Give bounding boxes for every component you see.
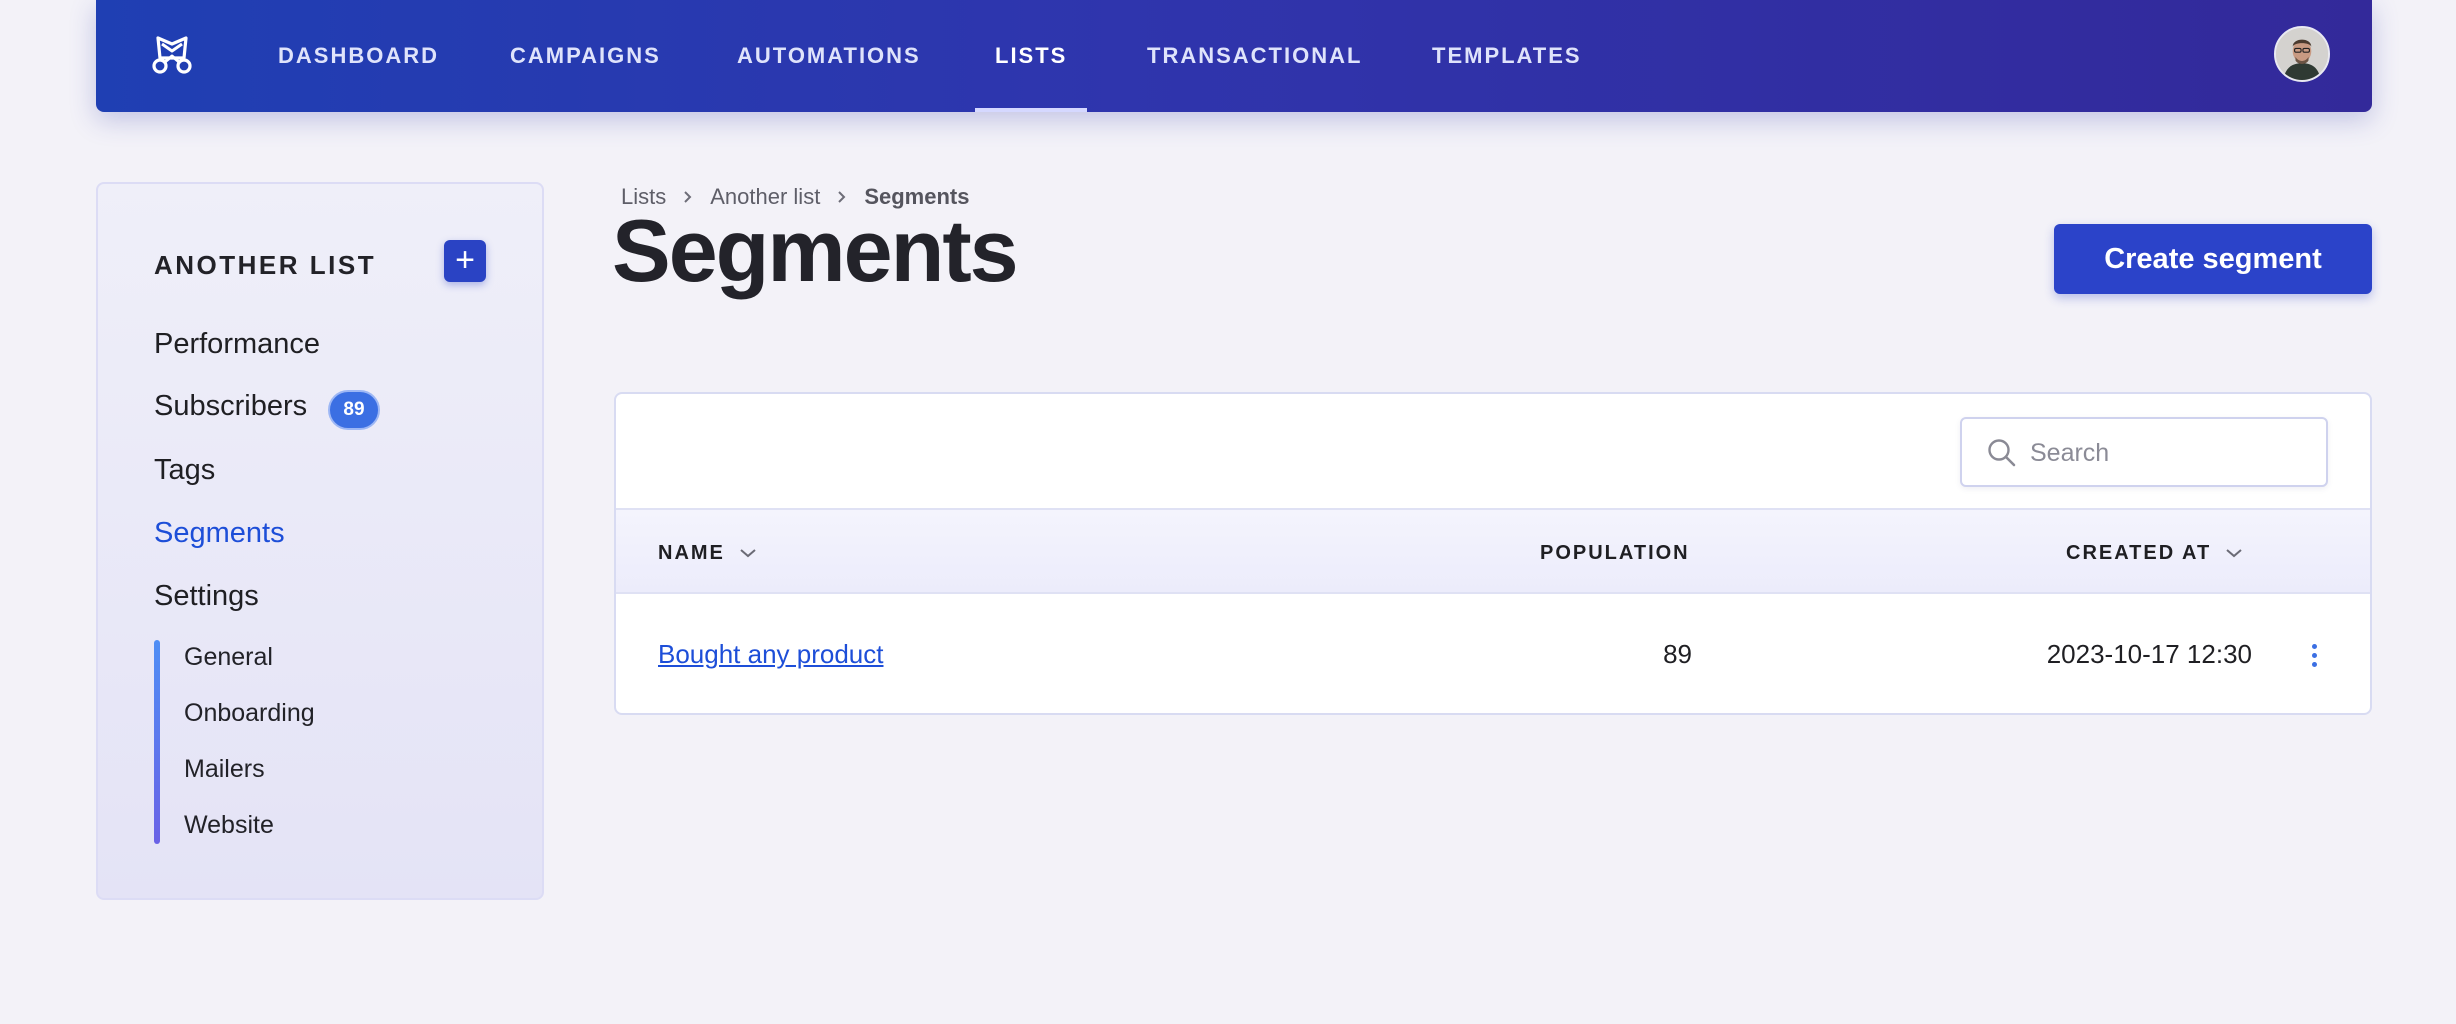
sidebar-item-segments[interactable]: Segments xyxy=(154,517,285,550)
segment-population-cell: 89 xyxy=(1663,639,1692,669)
segment-name-link[interactable]: Bought any product xyxy=(658,639,884,669)
column-header-name-label: NAME xyxy=(658,541,725,564)
column-header-name[interactable]: NAME xyxy=(658,540,757,566)
subscribers-count-badge: 89 xyxy=(328,390,380,430)
search-icon xyxy=(1988,439,2016,467)
column-header-population: POPULATION xyxy=(1540,541,1690,564)
nav-automations[interactable]: AUTOMATIONS xyxy=(737,0,921,112)
sidebar-subitem-mailers[interactable]: Mailers xyxy=(184,755,265,784)
segments-table-card: NAME POPULATION CREATED AT Bought any pr… xyxy=(614,392,2372,715)
sidebar-item-subscribers[interactable]: Subscribers xyxy=(154,390,307,423)
page-title: Segments xyxy=(612,201,1019,300)
mailcoach-logo-icon[interactable] xyxy=(148,30,196,78)
settings-submenu-indicator xyxy=(154,640,160,844)
user-avatar[interactable] xyxy=(2274,26,2330,82)
chevron-down-icon xyxy=(2226,549,2242,558)
chevron-down-icon xyxy=(740,549,756,558)
nav-templates[interactable]: TEMPLATES xyxy=(1432,0,1582,112)
nav-transactional[interactable]: TRANSACTIONAL xyxy=(1147,0,1362,112)
nav-dashboard[interactable]: DASHBOARD xyxy=(278,0,439,112)
segment-name-cell: Bought any product xyxy=(658,639,884,670)
row-actions-menu-icon[interactable] xyxy=(2306,641,2322,673)
sidebar-subitem-website[interactable]: Website xyxy=(184,811,274,840)
table-header: NAME POPULATION CREATED AT xyxy=(616,508,2370,594)
sidebar-item-performance[interactable]: Performance xyxy=(154,328,320,361)
sidebar-subitem-general[interactable]: General xyxy=(184,643,273,672)
nav-campaigns[interactable]: CAMPAIGNS xyxy=(510,0,661,112)
nav-lists[interactable]: LISTS xyxy=(974,0,1088,112)
create-segment-button[interactable]: Create segment xyxy=(2054,224,2372,294)
sidebar-item-tags[interactable]: Tags xyxy=(154,454,215,487)
plus-icon: + xyxy=(455,241,475,279)
sidebar-item-settings[interactable]: Settings xyxy=(154,580,259,613)
sidebar-subitem-onboarding[interactable]: Onboarding xyxy=(184,699,315,728)
segment-created-at-cell: 2023-10-17 12:30 xyxy=(2046,639,2252,669)
add-button[interactable]: + xyxy=(444,240,486,282)
top-navigation-bar: DASHBOARD CAMPAIGNS AUTOMATIONS LISTS TR… xyxy=(96,0,2372,112)
sidebar-list-title: ANOTHER LIST xyxy=(154,250,377,280)
column-header-created-at-label: CREATED AT xyxy=(2066,541,2212,564)
search-field[interactable] xyxy=(1960,417,2328,487)
column-header-created-at[interactable]: CREATED AT xyxy=(2066,540,2243,566)
search-input[interactable] xyxy=(2030,431,2310,475)
list-sidebar: ANOTHER LIST + Performance Subscribers 8… xyxy=(96,182,544,900)
